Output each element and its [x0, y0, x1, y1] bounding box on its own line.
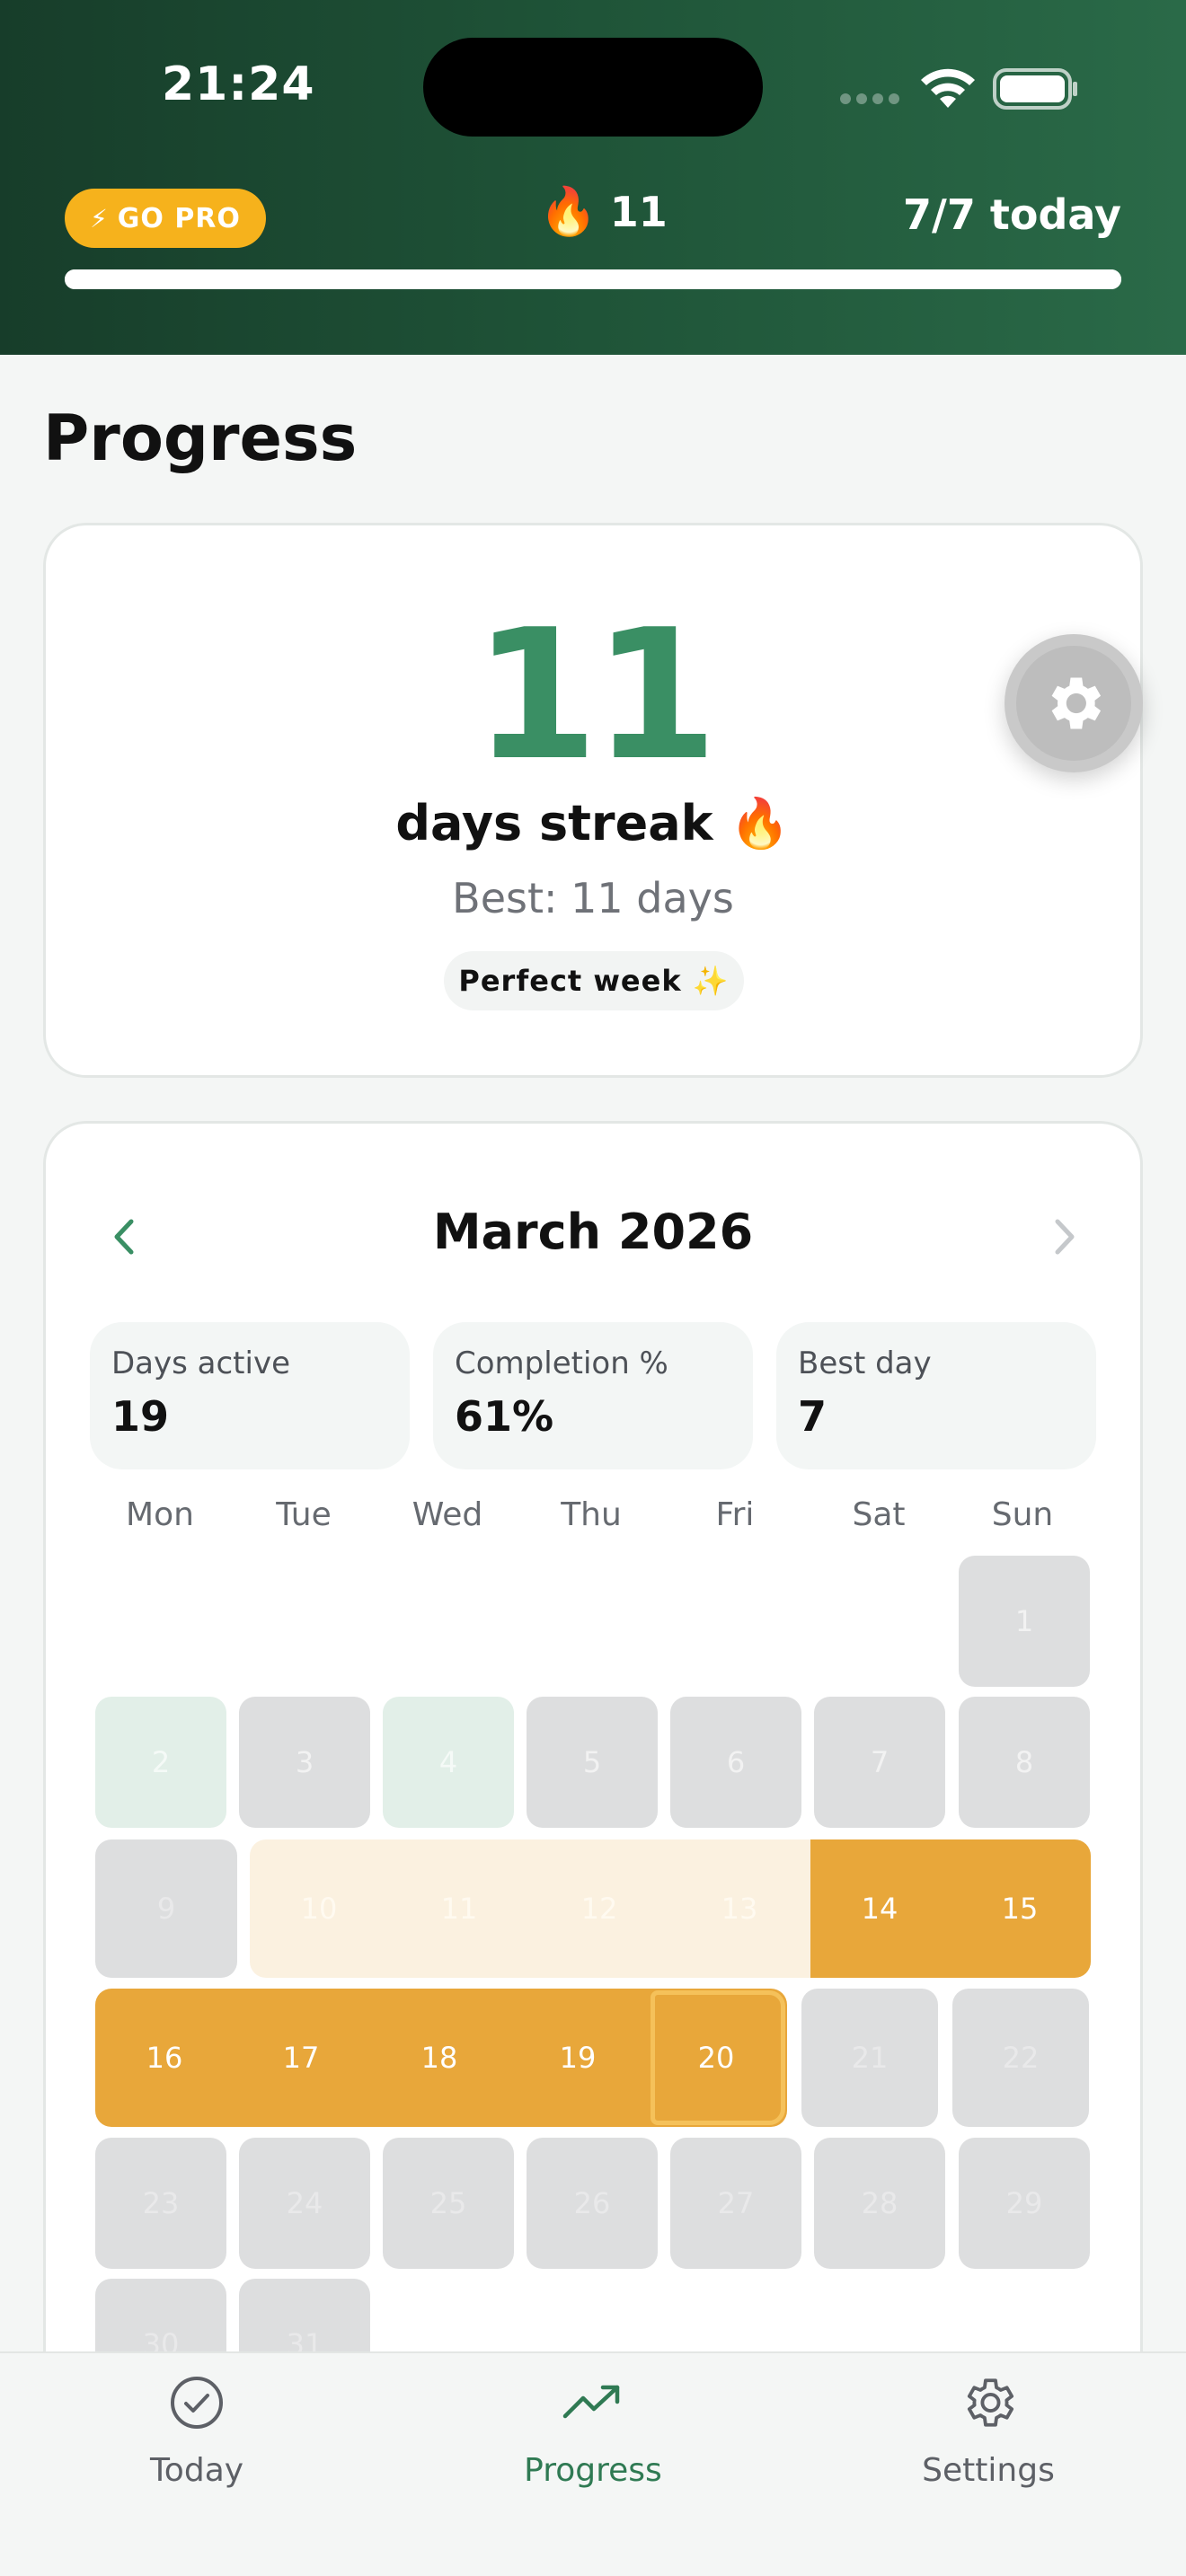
calendar-day[interactable]: 15	[952, 1839, 1087, 1978]
go-pro-label: GO PRO	[117, 202, 241, 234]
today-progress-text: 7/7 today	[903, 190, 1121, 239]
calendar-day[interactable]: 16	[97, 1989, 232, 2127]
tab-label: Settings	[922, 2452, 1055, 2489]
weekday-wed: Wed	[412, 1496, 483, 1533]
battery-icon	[993, 68, 1077, 110]
calendar-day[interactable]: 10	[252, 1839, 386, 1978]
calendar-month: March 2026	[432, 1204, 754, 1260]
tab-today[interactable]: Today	[89, 2371, 305, 2489]
settings-fab[interactable]	[1005, 634, 1143, 772]
status-time: 21:24	[162, 57, 315, 111]
best-streak: Best: 11 days	[452, 874, 734, 922]
daily-progress-bar	[65, 269, 1121, 289]
calendar-day[interactable]: 27	[670, 2138, 801, 2269]
page-title: Progress	[43, 401, 358, 475]
go-pro-button[interactable]: ⚡ GO PRO	[65, 189, 266, 248]
calendar-day[interactable]: 13	[672, 1839, 807, 1978]
calendar-day[interactable]: 9	[95, 1839, 237, 1978]
header-streak: 🔥 11	[539, 184, 668, 239]
calendar-day[interactable]: 25	[383, 2138, 514, 2269]
streak-card: 11 days streak 🔥 Best: 11 days Perfect w…	[43, 523, 1143, 1078]
stat-best-day: Best day 7	[776, 1322, 1096, 1469]
fire-icon: 🔥	[539, 185, 597, 239]
dynamic-island	[423, 38, 763, 137]
daily-progress-fill	[65, 269, 1121, 289]
stat-value: 19	[111, 1392, 170, 1441]
stat-label: Days active	[111, 1345, 291, 1381]
calendar-day[interactable]: 14	[812, 1839, 947, 1978]
gear-icon	[967, 2378, 1014, 2427]
calendar-day[interactable]: 18	[372, 1989, 507, 2127]
calendar-day[interactable]: 2	[95, 1697, 226, 1828]
calendar-day[interactable]: 28	[814, 2138, 945, 2269]
stat-value: 7	[798, 1392, 828, 1441]
calendar-day[interactable]: 22	[952, 1989, 1089, 2127]
calendar-day[interactable]: 29	[959, 2138, 1090, 2269]
calendar-day[interactable]: 3	[239, 1697, 370, 1828]
stat-value: 61%	[455, 1392, 554, 1441]
calendar-day[interactable]: 17	[234, 1989, 368, 2127]
stat-days-active: Days active 19	[90, 1322, 410, 1469]
calendar-day[interactable]: 6	[670, 1697, 801, 1828]
weekday-mon: Mon	[126, 1496, 194, 1533]
calendar-day[interactable]: 19	[510, 1989, 645, 2127]
tab-progress[interactable]: Progress	[485, 2371, 701, 2489]
weekday-tue: Tue	[276, 1496, 332, 1533]
weekday-fri: Fri	[715, 1496, 755, 1533]
perfect-week-badge: Perfect week ✨	[444, 951, 744, 1010]
calendar-day[interactable]: 8	[959, 1697, 1090, 1828]
tab-label: Progress	[524, 2452, 662, 2489]
gear-icon	[1051, 677, 1102, 729]
stat-completion: Completion % 61%	[433, 1322, 753, 1469]
weekday-sun: Sun	[991, 1496, 1054, 1533]
wifi-icon	[921, 68, 975, 108]
calendar-day[interactable]: 24	[239, 2138, 370, 2269]
chevron-right-icon[interactable]	[1047, 1214, 1083, 1259]
check-circle-icon	[171, 2377, 223, 2429]
weekday-sat: Sat	[852, 1496, 906, 1533]
streak-number: 11	[473, 591, 718, 800]
lightning-icon: ⚡	[90, 203, 109, 234]
header-streak-count: 11	[609, 187, 668, 236]
streak-label: days streak 🔥	[395, 795, 791, 851]
stat-label: Completion %	[455, 1345, 668, 1381]
calendar-day[interactable]: 21	[801, 1989, 938, 2127]
calendar-day[interactable]: 4	[383, 1697, 514, 1828]
calendar-day[interactable]: 12	[532, 1839, 667, 1978]
tab-settings[interactable]: Settings	[881, 2371, 1096, 2489]
tab-label: Today	[149, 2452, 244, 2489]
trend-up-icon	[562, 2385, 620, 2419]
calendar-day[interactable]: 23	[95, 2138, 226, 2269]
calendar-day[interactable]: 11	[392, 1839, 527, 1978]
calendar-day[interactable]: 5	[527, 1697, 658, 1828]
calendar-day[interactable]: 26	[527, 2138, 658, 2269]
stat-label: Best day	[798, 1345, 932, 1381]
cellular-signal-icon	[840, 93, 899, 104]
calendar-day[interactable]: 7	[814, 1697, 945, 1828]
weekday-thu: Thu	[561, 1496, 622, 1533]
calendar-day-today[interactable]: 20	[649, 1989, 783, 2127]
calendar-day[interactable]: 1	[959, 1556, 1090, 1687]
